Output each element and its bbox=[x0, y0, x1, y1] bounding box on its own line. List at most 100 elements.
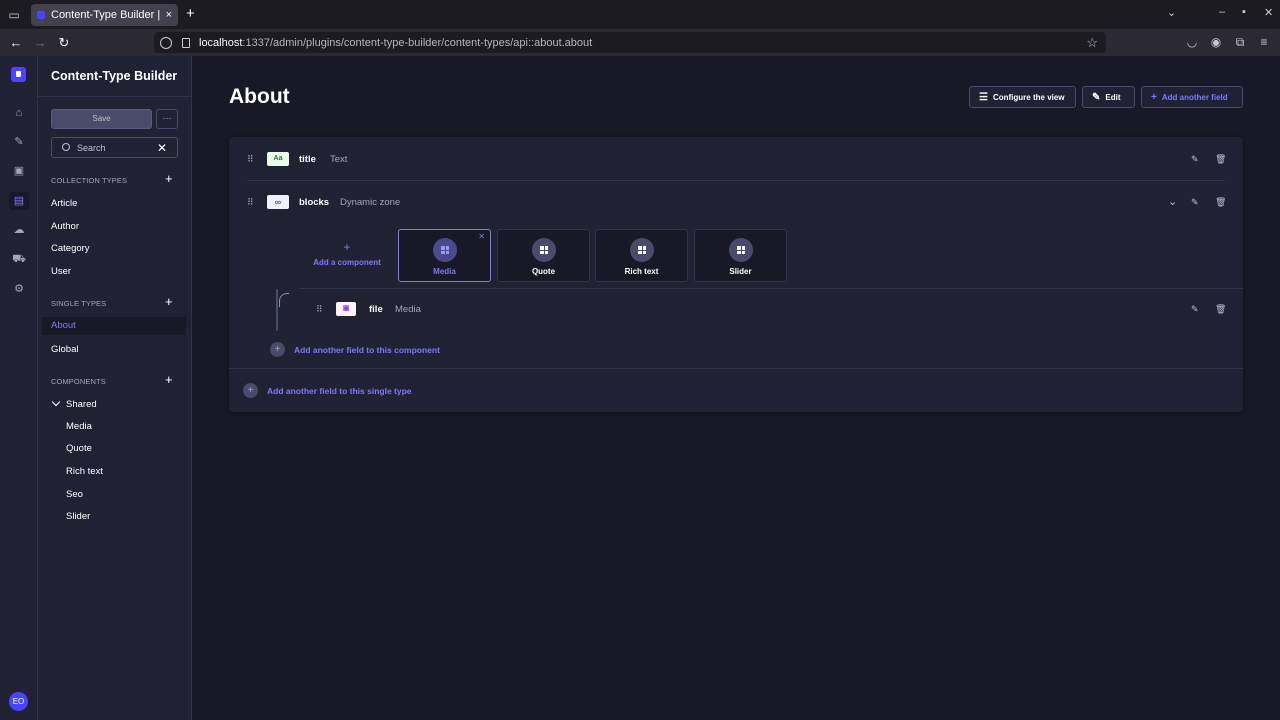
text-field-icon: Aa bbox=[267, 152, 289, 166]
dynamic-zone-icon: ∞ bbox=[267, 195, 289, 209]
add-field-to-component-button[interactable]: + Add another field to this component bbox=[270, 342, 440, 357]
drag-handle-icon[interactable]: ⠿ bbox=[316, 304, 323, 315]
content-manager-icon[interactable]: ✎ bbox=[9, 133, 29, 151]
component-card-rich-text[interactable]: Rich text bbox=[595, 229, 688, 282]
strapi-logo[interactable] bbox=[11, 67, 26, 82]
list-icon: ☰ bbox=[979, 91, 988, 103]
reload-icon[interactable]: ↻ bbox=[55, 34, 73, 51]
edit-button[interactable]: ✎ Edit bbox=[1082, 86, 1135, 108]
edit-file-pencil-icon[interactable]: ✎ bbox=[1191, 304, 1199, 315]
collection-types-heading: COLLECTION TYPES bbox=[51, 176, 128, 185]
field-name-title: title bbox=[299, 154, 316, 165]
add-collection-type-icon[interactable]: + bbox=[165, 171, 173, 186]
tab-close-icon[interactable]: × bbox=[166, 9, 172, 21]
bookmark-star-icon[interactable]: ☆ bbox=[1086, 35, 1098, 51]
delete-blocks-trash-icon[interactable]: 🗑 bbox=[1215, 197, 1226, 208]
row-divider bbox=[299, 288, 1243, 289]
tab-list-icon[interactable]: ▭ bbox=[0, 0, 28, 29]
configure-view-button[interactable]: ☰ Configure the view bbox=[969, 86, 1076, 108]
page-title: About bbox=[229, 85, 290, 108]
sidebar-item-global[interactable]: Global bbox=[51, 344, 78, 355]
plus-circle-icon: + bbox=[270, 342, 285, 357]
marketplace-cart-icon[interactable]: ⛟ bbox=[9, 250, 29, 268]
edit-title-pencil-icon[interactable]: ✎ bbox=[1191, 154, 1199, 165]
browser-tab[interactable]: Content-Type Builder | S × bbox=[31, 4, 178, 26]
menu-icon[interactable]: ≡ bbox=[1257, 35, 1271, 49]
sidebar-item-about[interactable]: About bbox=[42, 317, 186, 335]
url-bar[interactable]: localhost:1337/admin/plugins/content-typ… bbox=[154, 32, 1106, 53]
add-component-button[interactable]: + Add a component bbox=[313, 240, 381, 267]
components-heading: COMPONENTS bbox=[51, 377, 106, 386]
component-card-quote[interactable]: Quote bbox=[497, 229, 590, 282]
forward-icon[interactable]: → bbox=[31, 34, 49, 51]
home-icon[interactable]: ⌂ bbox=[9, 104, 29, 122]
tab-favicon bbox=[37, 11, 45, 19]
tree-connector bbox=[276, 289, 278, 331]
save-button[interactable]: Save bbox=[51, 109, 152, 129]
component-grid-icon bbox=[638, 246, 646, 254]
edit-blocks-pencil-icon[interactable]: ✎ bbox=[1191, 197, 1199, 208]
pencil-icon: ✎ bbox=[1092, 91, 1101, 103]
row-divider bbox=[229, 368, 1243, 369]
add-single-type-icon[interactable]: + bbox=[165, 294, 173, 309]
search-input[interactable] bbox=[77, 140, 157, 155]
drag-handle-icon[interactable]: ⠿ bbox=[247, 154, 254, 165]
search-box: ✕ bbox=[51, 137, 178, 158]
account-icon[interactable]: ◉ bbox=[1209, 35, 1223, 49]
search-icon bbox=[62, 143, 70, 151]
tab-overflow-chevron-icon[interactable]: ⌄ bbox=[1167, 6, 1176, 19]
more-actions-button[interactable]: ··· bbox=[156, 109, 178, 129]
url-text[interactable]: localhost:1337/admin/plugins/content-typ… bbox=[199, 37, 592, 49]
page-info-icon[interactable] bbox=[182, 37, 190, 48]
sidebar-item-slider[interactable]: Slider bbox=[66, 511, 90, 522]
content-type-sidebar: Content-Type Builder Save ··· ✕ COLLECTI… bbox=[38, 56, 192, 720]
add-component-icon[interactable]: + bbox=[165, 372, 173, 387]
component-card-slider[interactable]: Slider bbox=[694, 229, 787, 282]
drag-handle-icon[interactable]: ⠿ bbox=[247, 197, 254, 208]
tracking-shield-icon[interactable] bbox=[160, 36, 172, 49]
user-avatar[interactable]: EO bbox=[9, 692, 28, 711]
back-icon[interactable]: ← bbox=[7, 34, 25, 51]
pocket-icon[interactable]: ◡ bbox=[1185, 35, 1199, 49]
settings-gear-icon[interactable]: ⚙ bbox=[9, 280, 29, 298]
chevron-down-icon[interactable] bbox=[51, 397, 61, 407]
row-divider bbox=[247, 180, 1225, 181]
plus-icon: + bbox=[1151, 91, 1157, 103]
sidebar-divider bbox=[38, 96, 192, 97]
delete-file-trash-icon[interactable]: 🗑 bbox=[1215, 304, 1226, 315]
add-another-field-button[interactable]: + Add another field bbox=[1141, 86, 1243, 108]
field-type-blocks: Dynamic zone bbox=[340, 197, 401, 208]
tree-connector-curve bbox=[279, 293, 289, 307]
sidebar-item-media[interactable]: Media bbox=[66, 421, 92, 432]
sidebar-item-user[interactable]: User bbox=[51, 266, 71, 277]
sidebar-item-seo[interactable]: Seo bbox=[66, 489, 83, 500]
delete-title-trash-icon[interactable]: 🗑 bbox=[1215, 154, 1226, 165]
sidebar-item-author[interactable]: Author bbox=[51, 221, 79, 232]
sidebar-item-rich-text[interactable]: Rich text bbox=[66, 466, 103, 477]
component-grid-icon bbox=[540, 246, 548, 254]
component-grid-icon bbox=[441, 246, 449, 254]
sidebar-group-shared[interactable]: Shared bbox=[66, 399, 97, 410]
media-library-icon[interactable]: ▣ bbox=[9, 162, 29, 180]
minimize-icon[interactable]: – bbox=[1219, 6, 1225, 18]
remove-component-icon[interactable]: ✕ bbox=[478, 232, 485, 241]
plus-icon: + bbox=[343, 240, 351, 254]
cloud-icon[interactable]: ☁ bbox=[9, 221, 29, 239]
sidebar-item-category[interactable]: Category bbox=[51, 243, 90, 254]
component-grid-icon bbox=[737, 246, 745, 254]
sidebar-item-article[interactable]: Article bbox=[51, 198, 77, 209]
add-field-to-single-type-button[interactable]: + Add another field to this single type bbox=[243, 383, 412, 398]
extensions-icon[interactable]: ⧉ bbox=[1233, 35, 1247, 49]
sidebar-item-quote[interactable]: Quote bbox=[66, 443, 92, 454]
close-window-icon[interactable]: ✕ bbox=[1264, 6, 1273, 19]
field-name-file: file bbox=[369, 304, 383, 315]
clear-search-icon[interactable]: ✕ bbox=[157, 141, 167, 155]
tab-title: Content-Type Builder | S bbox=[51, 9, 161, 21]
new-tab-button[interactable]: + bbox=[186, 4, 200, 24]
component-card-media[interactable]: Media ✕ bbox=[398, 229, 491, 282]
collapse-chevron-icon[interactable]: ⌄ bbox=[1168, 195, 1177, 208]
main-nav: ⌂ ✎ ▣ ▤ ☁ ⛟ ⚙ EO bbox=[0, 56, 38, 720]
browser-tab-bar: ▭ Content-Type Builder | S × + ⌄ – ▪ ✕ bbox=[0, 0, 1280, 29]
maximize-icon[interactable]: ▪ bbox=[1242, 6, 1246, 18]
content-type-builder-icon[interactable]: ▤ bbox=[9, 192, 29, 210]
